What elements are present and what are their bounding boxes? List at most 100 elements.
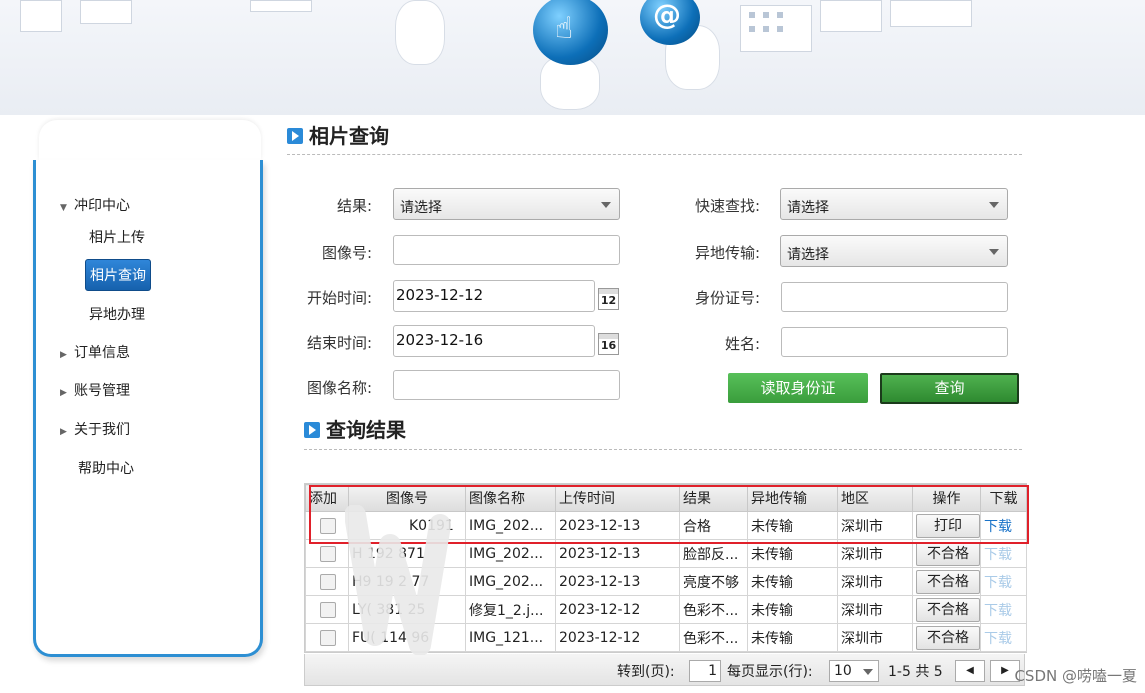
- remote-transfer-select[interactable]: 请选择: [780, 235, 1008, 267]
- image-no-input[interactable]: [393, 235, 620, 265]
- start-time-label: 开始时间:: [306, 289, 372, 307]
- sidebar: ▼ 冲印中心 相片上传 相片查询 异地办理 ▶ 订单信息 ▶ 账号管理 ▶ 关于我们 帮…: [33, 120, 263, 660]
- image-name-label: 图像名称:: [306, 379, 372, 397]
- id-card-label: 身份证号:: [694, 289, 760, 307]
- caret-right-icon: ▶: [60, 427, 67, 437]
- play-square-icon: [287, 128, 303, 144]
- result-cell: 色彩不...: [679, 595, 748, 624]
- sidebar-item-photo-query[interactable]: 相片查询: [85, 259, 151, 291]
- sidebar-item-label: 关于我们: [74, 422, 130, 438]
- redaction-scribble: [345, 505, 451, 655]
- name-label: 姓名:: [724, 335, 760, 353]
- caret-down-icon: ▼: [60, 203, 67, 213]
- header-banner: ☝ @: [0, 0, 1145, 115]
- per-page-label: 每页显示(行):: [727, 664, 813, 680]
- result-label: 结果:: [336, 197, 372, 215]
- sidebar-item-label: 异地办理: [89, 307, 145, 323]
- sidebar-item-orders[interactable]: ▶ 订单信息: [60, 342, 130, 362]
- sidebar-header: [39, 120, 261, 160]
- page-range-text: 1-5 共 5: [888, 664, 943, 680]
- image-name-cell: 修复1_2.j...: [465, 595, 556, 624]
- quick-find-select[interactable]: 请选择: [780, 188, 1008, 220]
- unqualified-button[interactable]: 不合格: [916, 597, 980, 622]
- dropdown-arrow-icon: [601, 202, 611, 208]
- sidebar-item-about[interactable]: ▶ 关于我们: [60, 419, 130, 439]
- image-name-cell: IMG_121...: [465, 623, 556, 652]
- end-time-label: 结束时间:: [306, 334, 372, 352]
- sidebar-item-help[interactable]: 帮助中心: [78, 458, 134, 478]
- download-link-disabled: 下载: [984, 574, 1012, 591]
- upload-time-cell: 2023-12-12: [555, 623, 680, 652]
- region-cell: 深圳市: [837, 567, 913, 596]
- query-button[interactable]: 查询: [880, 373, 1019, 404]
- row-checkbox[interactable]: [320, 545, 336, 562]
- divider: [304, 449, 1022, 450]
- remote-cell: 未传输: [747, 567, 838, 596]
- mascot-figure: [395, 0, 445, 65]
- sidebar-item-label: 帮助中心: [78, 461, 134, 477]
- building-illustration: [250, 0, 312, 12]
- sidebar-item-label: 相片上传: [89, 230, 145, 246]
- sidebar-item-remote-process[interactable]: 异地办理: [89, 304, 145, 324]
- watermark: CSDN @唠嗑一夏: [1014, 667, 1137, 685]
- goto-page-label: 转到(页):: [617, 664, 675, 680]
- divider: [287, 154, 1022, 155]
- download-link-disabled: 下载: [984, 630, 1012, 647]
- prev-page-button[interactable]: ◀: [955, 660, 985, 682]
- dropdown-arrow-icon: [989, 202, 999, 208]
- sidebar-item-photo-upload[interactable]: 相片上传: [89, 227, 145, 247]
- dropdown-arrow-icon: [863, 669, 873, 675]
- result-select[interactable]: 请选择: [393, 188, 620, 220]
- image-no-label: 图像号:: [321, 244, 372, 262]
- quick-find-select-value: 请选择: [787, 200, 829, 216]
- page-title: 相片查询: [287, 120, 389, 149]
- per-page-select[interactable]: 10: [829, 660, 879, 682]
- caret-right-icon: ▶: [60, 388, 67, 398]
- calendar-icon[interactable]: 12: [598, 288, 619, 310]
- upload-time-cell: 2023-12-13: [555, 567, 680, 596]
- upload-time-cell: 2023-12-12: [555, 595, 680, 624]
- region-cell: 深圳市: [837, 623, 913, 652]
- hand-pointer-icon: ☝: [533, 0, 608, 65]
- row-checkbox[interactable]: [320, 573, 336, 590]
- end-time-input[interactable]: 2023-12-16: [393, 325, 595, 357]
- caret-right-icon: ▶: [60, 350, 67, 360]
- sidebar-item-label: 订单信息: [74, 345, 130, 361]
- result-cell: 亮度不够: [679, 567, 748, 596]
- remote-transfer-label: 异地传输:: [694, 244, 760, 262]
- row-checkbox[interactable]: [320, 601, 336, 618]
- row-checkbox[interactable]: [320, 629, 336, 646]
- sidebar-item-print-center[interactable]: ▼ 冲印中心: [60, 195, 130, 215]
- region-cell: 深圳市: [837, 595, 913, 624]
- building-illustration: [740, 5, 812, 52]
- page-title-text: 相片查询: [309, 124, 389, 148]
- download-link-disabled: 下载: [984, 546, 1012, 563]
- image-name-input[interactable]: [393, 370, 620, 400]
- image-name-cell: IMG_202...: [465, 567, 556, 596]
- sidebar-item-label: 账号管理: [74, 383, 130, 399]
- unqualified-button[interactable]: 不合格: [916, 625, 980, 650]
- results-title-text: 查询结果: [326, 418, 406, 442]
- read-id-card-button[interactable]: 读取身份证: [728, 373, 868, 403]
- per-page-value: 10: [834, 663, 852, 679]
- page-number-input[interactable]: 1: [689, 660, 721, 682]
- building-illustration: [820, 0, 882, 32]
- sidebar-item-account[interactable]: ▶ 账号管理: [60, 380, 130, 400]
- unqualified-button[interactable]: 不合格: [916, 541, 980, 566]
- remote-cell: 未传输: [747, 623, 838, 652]
- id-card-input[interactable]: [781, 282, 1008, 312]
- name-input[interactable]: [781, 327, 1008, 357]
- building-illustration: [80, 0, 132, 24]
- remote-cell: 未传输: [747, 595, 838, 624]
- start-time-input[interactable]: 2023-12-12: [393, 280, 595, 312]
- quick-find-label: 快速查找:: [694, 197, 760, 215]
- unqualified-button[interactable]: 不合格: [916, 569, 980, 594]
- results-title: 查询结果: [304, 414, 406, 443]
- sidebar-item-label: 冲印中心: [74, 198, 130, 214]
- calendar-icon[interactable]: 16: [598, 333, 619, 355]
- play-square-icon: [304, 422, 320, 438]
- building-illustration: [890, 0, 972, 27]
- remote-transfer-select-value: 请选择: [787, 247, 829, 263]
- result-cell: 色彩不...: [679, 623, 748, 652]
- result-select-value: 请选择: [400, 200, 442, 216]
